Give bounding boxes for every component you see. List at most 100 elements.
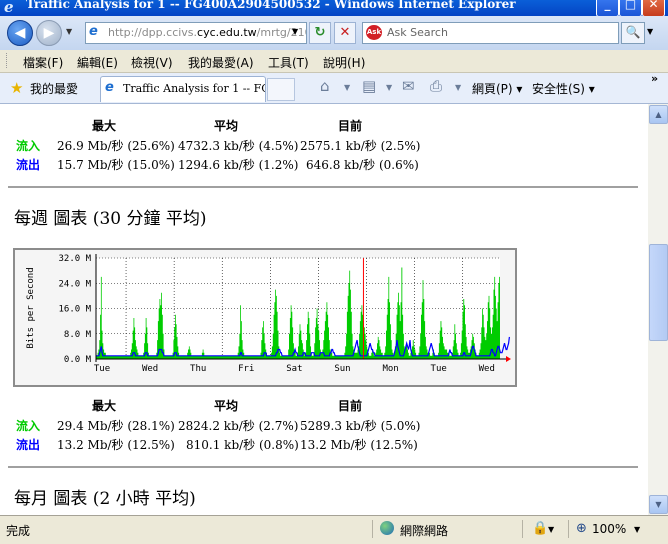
weekly-stats-header-current: 目前: [338, 399, 363, 413]
safety-menu-button[interactable]: 安全性(S) ▾: [532, 80, 595, 97]
x-tick-label: Wed: [142, 364, 158, 374]
weekly-in-max-value: 29.4 Mb/秒 (28.1%): [57, 419, 175, 433]
weekly-in-current-value: 5289.3 kb/秒 (5.0%): [300, 419, 421, 433]
protected-mode-icon[interactable]: 🔒: [532, 521, 548, 536]
close-button[interactable]: ✕: [642, 0, 665, 16]
maximize-button[interactable]: □: [619, 0, 642, 16]
search-input[interactable]: Ask Ask Search: [362, 22, 619, 44]
out-max-value: 15.7 Mb/秒 (15.0%): [57, 158, 175, 172]
out-avg-value: 1294.6 kb/秒 (1.2%): [178, 158, 299, 172]
scroll-down-arrow-icon[interactable]: ▼: [649, 495, 668, 514]
scroll-up-arrow-icon[interactable]: ▲: [649, 105, 668, 124]
y-tick-label: 8.0 M: [64, 330, 92, 340]
weekly-out-current-value: 13.2 Mb/秒 (12.5%): [300, 438, 418, 452]
tab-label: Traffic Analysis for 1 -- FG...: [123, 82, 266, 95]
internet-zone-globe-icon: [380, 521, 394, 535]
zoom-icon[interactable]: ⊕: [576, 521, 587, 536]
weekly-traffic-graph: 32.0 M 24.0 M 16.0 M 8.0 M 0.0 M Tue Wed Thu Fri…: [13, 248, 517, 387]
navigation-bar: ◀ ▶ ▼ e http://dpp.ccivs.cyc.edu.tw/mrtg…: [0, 16, 668, 50]
address-dropdown-icon[interactable]: ▼: [292, 27, 298, 36]
weekly-stats-header-max: 最大: [92, 399, 117, 413]
in-label: 流入: [16, 139, 41, 153]
out-label: 流出: [16, 158, 41, 172]
menu-help[interactable]: 說明(H): [323, 54, 365, 71]
tab-page-icon: e: [105, 80, 114, 95]
stats-header-avg: 平均: [214, 119, 239, 133]
section-divider-2: [8, 466, 638, 468]
weekly-stats-header-avg: 平均: [214, 399, 239, 413]
menu-grip: [6, 53, 10, 68]
menu-view[interactable]: 檢視(V): [131, 54, 173, 71]
tab-traffic-analysis[interactable]: e Traffic Analysis for 1 -- FG...: [100, 76, 266, 102]
status-text: 完成: [6, 524, 31, 538]
mail-icon[interactable]: ✉: [402, 77, 415, 95]
menu-bar: 檔案(F) 編輯(E) 檢視(V) 我的最愛(A) 工具(T) 說明(H): [0, 50, 668, 73]
menu-edit[interactable]: 編輯(E): [77, 54, 118, 71]
rss-feed-icon[interactable]: ▤: [362, 77, 376, 95]
monthly-graph-title: 每月 圖表 (2 小時 平均): [14, 489, 196, 509]
new-tab-button[interactable]: [267, 78, 295, 101]
ask-logo-icon: Ask: [366, 25, 382, 40]
minimize-button[interactable]: _: [596, 0, 619, 16]
search-placeholder: Ask Search: [387, 26, 448, 39]
menu-file[interactable]: 檔案(F): [23, 54, 63, 71]
weekly-out-max-value: 13.2 Mb/秒 (12.5%): [57, 438, 175, 452]
ie-logo-icon: e: [4, 0, 14, 16]
weekly-in-label: 流入: [16, 419, 41, 433]
scrollbar-thumb[interactable]: [649, 244, 668, 341]
weekly-in-avg-value: 2824.2 kb/秒 (2.7%): [178, 419, 299, 433]
menu-tools[interactable]: 工具(T): [268, 54, 309, 71]
home-icon[interactable]: ⌂: [320, 77, 330, 95]
section-divider: [8, 186, 638, 188]
search-icon[interactable]: 🔍: [621, 22, 645, 44]
print-dropdown-icon[interactable]: ▼: [455, 83, 461, 92]
print-icon[interactable]: ⎙: [430, 77, 442, 95]
out-current-value: 646.8 kb/秒 (0.6%): [306, 158, 419, 172]
address-field[interactable]: e http://dpp.ccivs.cyc.edu.tw/mrtg/210.: [85, 22, 307, 44]
menu-favorites[interactable]: 我的最愛(A): [188, 54, 254, 71]
search-options-dropdown-icon[interactable]: ▼: [647, 27, 653, 36]
x-tick-label: Mon: [382, 364, 398, 374]
address-url: http://dpp.ccivs.cyc.edu.tw/mrtg/210.: [108, 26, 306, 39]
home-dropdown-icon[interactable]: ▼: [344, 83, 350, 92]
weekly-chart-svg: 32.0 M24.0 M16.0 M8.0 M0.0 MTue Wed Thu Fri…: [26, 254, 511, 374]
stop-button[interactable]: ✕: [334, 22, 356, 44]
in-max-value: 26.9 Mb/秒 (25.6%): [57, 139, 175, 153]
page-icon: e: [89, 24, 98, 39]
status-separator-2: [522, 520, 523, 538]
favorites-button[interactable]: 我的最愛: [30, 80, 78, 97]
security-zone-label: 網際網路: [400, 524, 449, 538]
stats-header-current: 目前: [338, 119, 363, 133]
refresh-button[interactable]: ↻: [309, 22, 331, 44]
stats-header-max: 最大: [92, 119, 117, 133]
x-tick-label: Tue: [94, 364, 110, 374]
weekly-graph-title: 每週 圖表 (30 分鐘 平均): [14, 209, 207, 229]
page-content: 最大 平均 目前 流入 26.9 Mb/秒 (25.6%) 4732.3 kb/…: [0, 104, 648, 515]
x-tick-label: Tue: [431, 364, 447, 374]
zoom-level[interactable]: 100%: [592, 522, 626, 536]
back-button[interactable]: ◀: [7, 20, 33, 46]
y-tick-label: 16.0 M: [58, 305, 91, 315]
status-separator-3: [568, 520, 569, 538]
history-dropdown-icon[interactable]: ▼: [66, 27, 72, 36]
forward-button[interactable]: ▶: [36, 20, 62, 46]
feed-dropdown-icon[interactable]: ▼: [386, 83, 392, 92]
y-tick-label: 32.0 M: [58, 254, 91, 264]
favorites-star-icon[interactable]: ★: [10, 79, 23, 97]
weekly-out-avg-value: 810.1 kb/秒 (0.8%): [186, 438, 299, 452]
status-bar: 完成 網際網路 🔒 ▼ ⊕ 100% ▼: [0, 515, 668, 544]
x-tick-label: Thu: [190, 364, 206, 374]
tab-bar: ★ 我的最愛 e Traffic Analysis for 1 -- FG...…: [0, 72, 668, 104]
y-tick-label: 0.0 M: [64, 355, 92, 365]
y-axis-label: Bits per Second: [26, 267, 36, 348]
zoom-dropdown-icon[interactable]: ▼: [634, 525, 640, 534]
x-tick-label: Wed: [479, 364, 495, 374]
vertical-scrollbar[interactable]: ▲ ▼: [648, 104, 668, 515]
x-axis-arrow: [506, 356, 511, 362]
weekly-out-label: 流出: [16, 438, 41, 452]
x-tick-label: Sat: [286, 364, 302, 374]
window-title: Traffic Analysis for 1 -- FG400A29045005…: [26, 0, 516, 11]
protected-mode-dropdown-icon[interactable]: ▼: [548, 525, 554, 534]
toolbar-overflow-icon[interactable]: »: [651, 72, 658, 85]
page-menu-button[interactable]: 網頁(P) ▾: [472, 80, 522, 97]
